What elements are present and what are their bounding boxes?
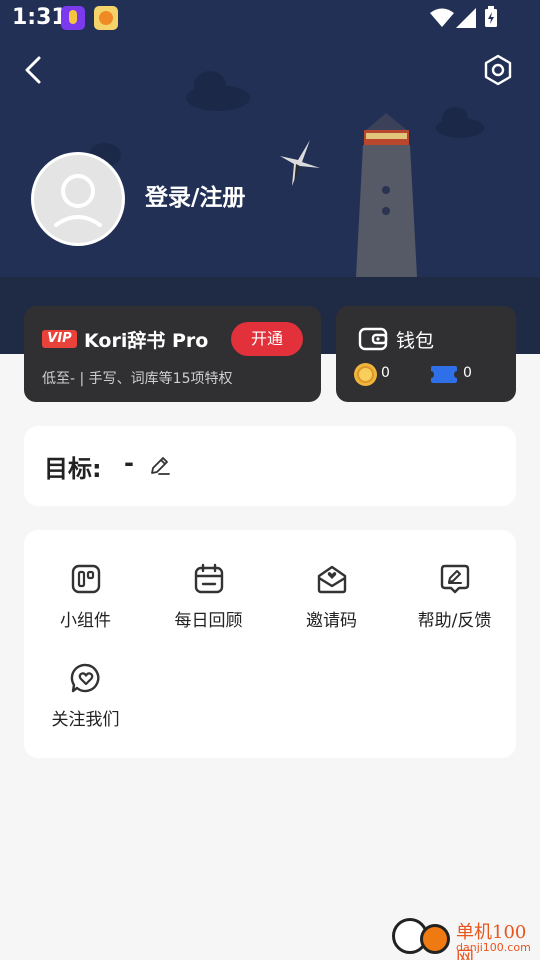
vip-open-button[interactable]: 开通 — [231, 322, 303, 356]
watermark-sub: danji100.com — [456, 941, 531, 954]
ticket-count: 0 — [463, 365, 472, 381]
vip-card[interactable]: VIP Kori辞书 Pro 开通 低至- | 手写、词库等15项特权 — [24, 306, 321, 402]
widget-icon — [71, 564, 100, 594]
goal-value: - — [124, 449, 134, 477]
calendar-icon — [194, 563, 223, 594]
status-time: 1:31 — [12, 5, 67, 30]
chevron-left-icon — [25, 56, 41, 84]
ticket-icon — [428, 366, 460, 383]
heart-chat-icon — [70, 663, 99, 693]
goal-card: 目标: - — [24, 426, 516, 506]
tool-label: 小组件 — [60, 611, 111, 631]
wifi-icon — [430, 8, 454, 27]
battery-charging-icon — [485, 6, 497, 27]
tool-invite-code[interactable]: 邀请码 — [270, 562, 393, 642]
user-placeholder-icon — [54, 174, 102, 227]
tool-daily-review[interactable]: 每日回顾 — [147, 562, 270, 642]
tool-label: 帮助/反馈 — [417, 611, 492, 631]
wallet-card[interactable]: 钱包 0 0 — [336, 306, 516, 402]
coin-icon — [354, 363, 377, 386]
hexagon-settings-icon — [484, 54, 512, 86]
login-register-link[interactable]: 登录/注册 — [145, 178, 245, 212]
wallet-title: 钱包 — [396, 330, 435, 352]
tool-label: 邀请码 — [306, 611, 357, 631]
tool-label: 每日回顾 — [174, 611, 243, 631]
signal-icon — [456, 8, 476, 28]
watermark: 单机100网 danji100.com — [388, 914, 540, 960]
tool-help-feedback[interactable]: 帮助/反馈 — [393, 562, 516, 642]
tool-widgets[interactable]: 小组件 — [24, 562, 147, 642]
feedback-edit-icon — [440, 564, 469, 594]
tools-grid: 小组件 每日回顾 邀请码 帮助/反馈 关注我们 — [24, 530, 516, 758]
settings-button[interactable] — [476, 48, 520, 92]
invite-envelope-icon — [317, 565, 346, 594]
watermark-logo-orange — [420, 924, 450, 954]
vip-title: Kori辞书 Pro — [84, 330, 209, 352]
tool-label: 关注我们 — [51, 710, 120, 730]
avatar[interactable] — [31, 152, 125, 246]
vip-badge: VIP — [42, 330, 77, 348]
wallet-icon — [358, 327, 388, 351]
back-button[interactable] — [14, 50, 54, 90]
podcast-app-icon — [61, 6, 85, 30]
weather-app-icon — [94, 6, 118, 30]
coin-count: 0 — [381, 365, 390, 381]
pencil-edit-icon[interactable] — [148, 453, 172, 477]
tool-follow-us[interactable]: 关注我们 — [24, 661, 147, 741]
goal-label: 目标: — [44, 455, 102, 483]
status-bar: 1:31 — [0, 0, 540, 36]
vip-description: 低至- | 手写、词库等15项特权 — [42, 371, 233, 387]
